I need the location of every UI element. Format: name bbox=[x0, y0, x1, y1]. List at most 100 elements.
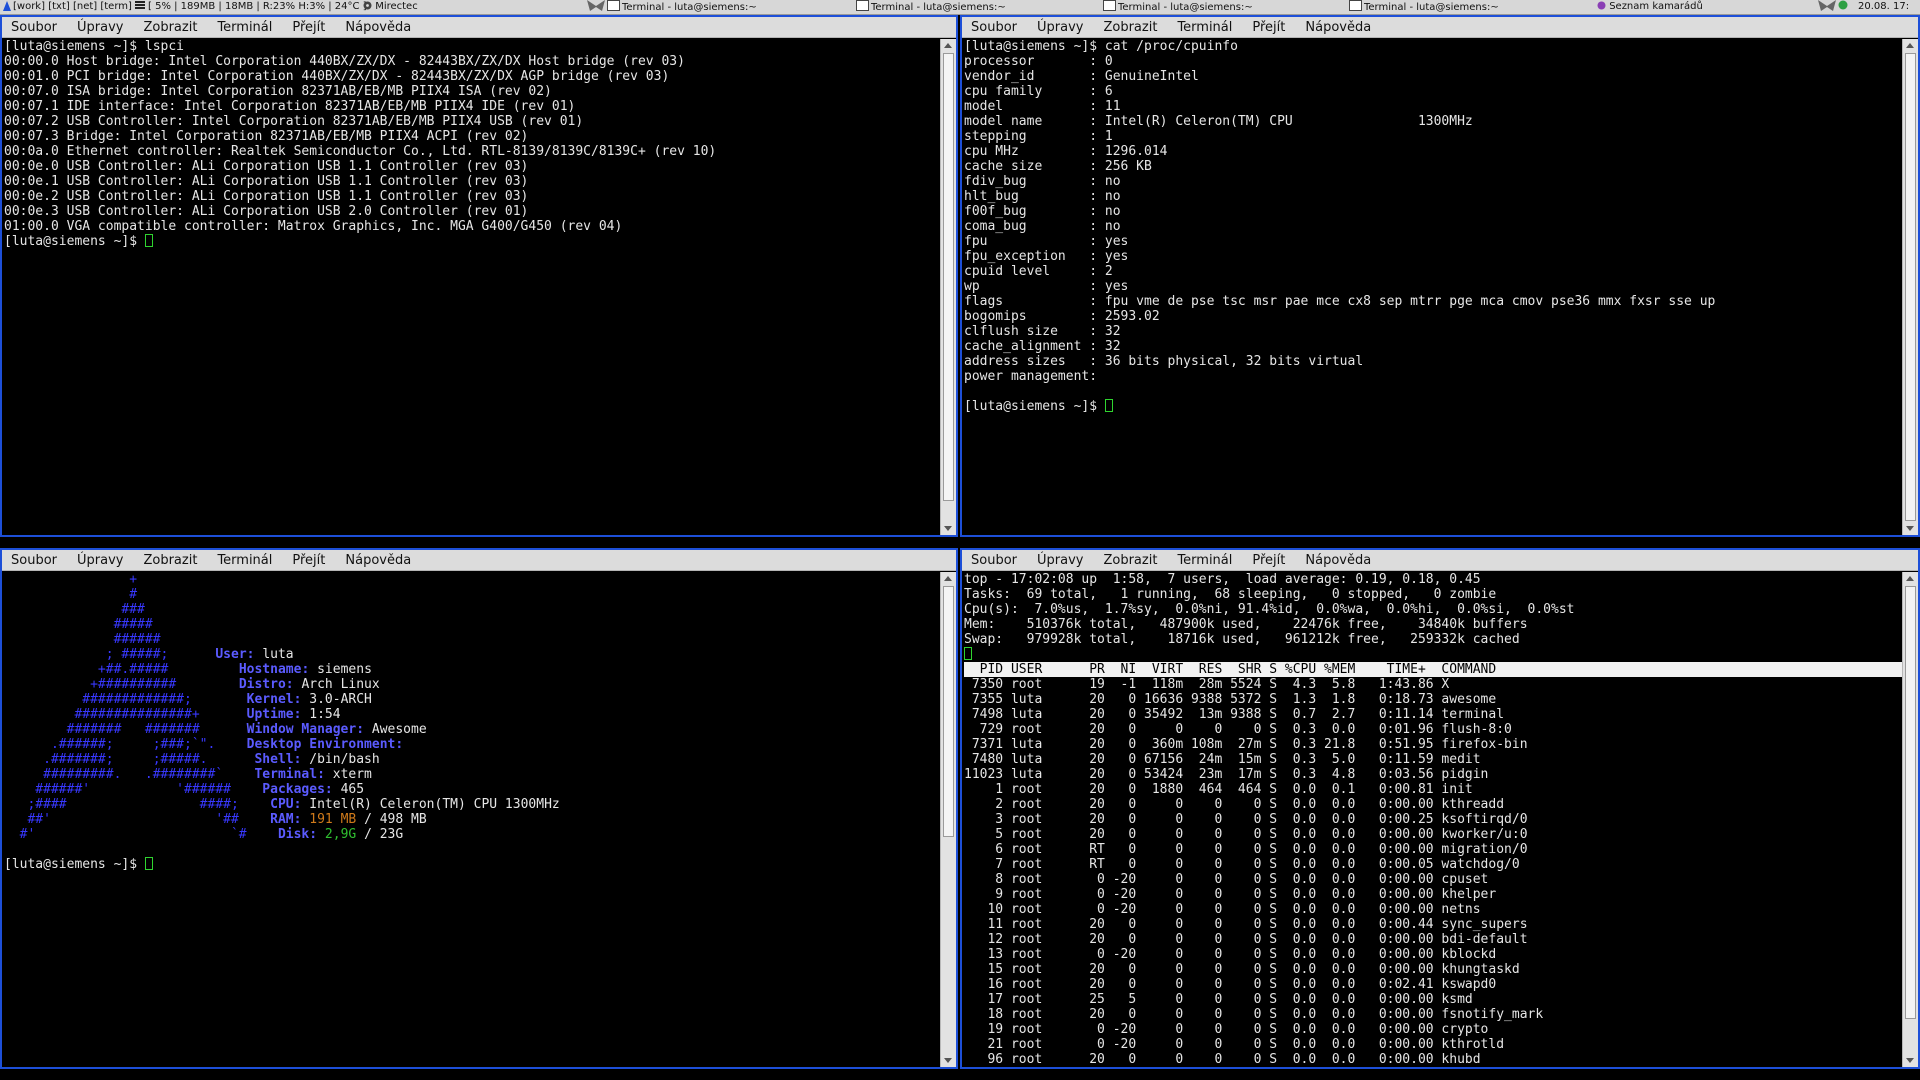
info-value: 465 bbox=[340, 782, 365, 797]
disk-total: / 23G bbox=[364, 827, 404, 842]
menu-upravy[interactable]: Úpravy bbox=[1037, 553, 1083, 568]
menu-terminal[interactable]: Terminál bbox=[217, 553, 272, 568]
process-row: 19 root 0 -20 0 0 0 S 0.0 0.0 0:00.00 cr… bbox=[964, 1022, 1489, 1037]
scroll-up-arrow-icon[interactable] bbox=[944, 43, 952, 48]
info-label: Uptime: bbox=[246, 707, 302, 722]
tray-app-icon[interactable] bbox=[1818, 0, 1836, 14]
menu-napoveda[interactable]: Nápověda bbox=[1305, 20, 1371, 35]
menu-bar: Soubor Úpravy Zobrazit Terminál Přejít N… bbox=[2, 550, 956, 571]
menu-zobrazit[interactable]: Zobrazit bbox=[1103, 553, 1157, 568]
menu-napoveda[interactable]: Nápověda bbox=[345, 20, 411, 35]
process-row: 10 root 0 -20 0 0 0 S 0.0 0.0 0:00.00 ne… bbox=[964, 902, 1481, 917]
terminal-icon bbox=[1349, 0, 1362, 11]
terminal-window-top[interactable]: Soubor Úpravy Zobrazit Terminál Přejít N… bbox=[960, 548, 1920, 1069]
scroll-down-arrow-icon[interactable] bbox=[944, 526, 952, 531]
top-summary-line: Cpu(s): 7.0%us, 1.7%sy, 0.0%ni, 91.4%id,… bbox=[964, 602, 1575, 617]
menu-bar: Soubor Úpravy Zobrazit Terminál Přejít N… bbox=[962, 17, 1918, 38]
output-line: model name : Intel(R) Celeron(TM) CPU 13… bbox=[964, 114, 1473, 129]
ram-total: / 498 MB bbox=[364, 812, 427, 827]
tag-work[interactable]: [work] bbox=[13, 1, 45, 12]
menu-prejit[interactable]: Přejít bbox=[1252, 20, 1285, 35]
shell-prompt: [luta@siemens ~]$ bbox=[4, 857, 145, 872]
scroll-up-arrow-icon[interactable] bbox=[1906, 43, 1914, 48]
scrollbar-thumb[interactable] bbox=[1905, 53, 1916, 521]
process-row: 7371 luta 20 0 360m 108m 27m S 0.3 21.8 … bbox=[964, 737, 1528, 752]
layout-icon[interactable] bbox=[135, 0, 145, 14]
scrollbar-thumb[interactable] bbox=[943, 586, 954, 837]
scroll-down-arrow-icon[interactable] bbox=[1906, 526, 1914, 531]
output-line: 00:0a.0 Ethernet controller: Realtek Sem… bbox=[4, 144, 717, 159]
menu-terminal[interactable]: Terminál bbox=[1177, 553, 1232, 568]
scrollbar-thumb[interactable] bbox=[943, 53, 954, 501]
menu-zobrazit[interactable]: Zobrazit bbox=[143, 20, 197, 35]
tag-net[interactable]: [net] bbox=[73, 1, 97, 12]
awesome-logo-icon[interactable] bbox=[2, 0, 12, 14]
info-value: luta bbox=[262, 647, 294, 662]
top-summary-line: Tasks: 69 total, 1 running, 68 sleeping,… bbox=[964, 587, 1497, 602]
process-row: 9 root 0 -20 0 0 0 S 0.0 0.0 0:00.00 khe… bbox=[964, 887, 1497, 902]
terminal-window-cpuinfo[interactable]: Soubor Úpravy Zobrazit Terminál Přejít N… bbox=[960, 15, 1920, 537]
menu-terminal[interactable]: Terminál bbox=[1177, 20, 1232, 35]
process-row: 11 root 20 0 0 0 0 S 0.0 0.0 0:00.44 syn… bbox=[964, 917, 1528, 932]
task-terminal-1[interactable]: Terminal - luta@siemens:~ bbox=[607, 0, 757, 14]
menu-zobrazit[interactable]: Zobrazit bbox=[143, 553, 197, 568]
task-terminal-2[interactable]: Terminal - luta@siemens:~ bbox=[856, 0, 1006, 14]
process-table-header: PID USER PR NI VIRT RES SHR S %CPU %MEM … bbox=[964, 662, 1902, 677]
task-terminal-4[interactable]: Terminal - luta@siemens:~ bbox=[1349, 0, 1499, 14]
terminal-output[interactable]: [luta@siemens ~]$ lspci 00:00.0 Host bri… bbox=[4, 39, 940, 533]
output-line: fdiv_bug : no bbox=[964, 174, 1121, 189]
terminal-output[interactable]: + # ### ##### ###### ; #####; User: luta… bbox=[4, 572, 940, 1065]
scrollbar-thumb[interactable] bbox=[1905, 586, 1916, 1019]
menu-prejit[interactable]: Přejít bbox=[292, 20, 325, 35]
output-line: 01:00.0 VGA compatible controller: Matro… bbox=[4, 219, 623, 234]
output-line: hlt_bug : no bbox=[964, 189, 1121, 204]
tray-pidgin-icon[interactable] bbox=[1838, 0, 1848, 14]
terminal-window-lspci[interactable]: Soubor Úpravy Zobrazit Terminál Přejít N… bbox=[0, 15, 958, 537]
terminal-window-archey[interactable]: Soubor Úpravy Zobrazit Terminál Přejít N… bbox=[0, 548, 958, 1069]
info-label: Shell: bbox=[254, 752, 302, 767]
output-line: stepping : 1 bbox=[964, 129, 1113, 144]
menu-prejit[interactable]: Přejít bbox=[1252, 553, 1285, 568]
scroll-up-arrow-icon[interactable] bbox=[944, 576, 952, 581]
scroll-up-arrow-icon[interactable] bbox=[1906, 576, 1914, 581]
info-label: Desktop Environment: bbox=[246, 737, 404, 752]
scrollbar[interactable] bbox=[1902, 572, 1918, 1067]
scrollbar[interactable] bbox=[1902, 39, 1918, 535]
output-line: vendor_id : GenuineIntel bbox=[964, 69, 1199, 84]
menu-zobrazit[interactable]: Zobrazit bbox=[1103, 20, 1157, 35]
buddy-list-label: Seznam kamarádů bbox=[1609, 1, 1703, 12]
process-row: 13 root 0 -20 0 0 0 S 0.0 0.0 0:00.00 kb… bbox=[964, 947, 1497, 962]
menu-napoveda[interactable]: Nápověda bbox=[345, 553, 411, 568]
menu-terminal[interactable]: Terminál bbox=[217, 20, 272, 35]
taskbar-app-icon bbox=[587, 0, 605, 14]
tag-txt[interactable]: [txt] bbox=[48, 1, 70, 12]
menu-napoveda[interactable]: Nápověda bbox=[1305, 553, 1371, 568]
scrollbar[interactable] bbox=[940, 572, 956, 1067]
menu-upravy[interactable]: Úpravy bbox=[1037, 20, 1083, 35]
menu-soubor[interactable]: Soubor bbox=[11, 553, 57, 568]
clock: 20.08. 17: bbox=[1858, 1, 1910, 12]
menu-soubor[interactable]: Soubor bbox=[971, 553, 1017, 568]
output-line: f00f_bug : no bbox=[964, 204, 1121, 219]
scroll-down-arrow-icon[interactable] bbox=[1906, 1058, 1914, 1063]
info-label: Packages: bbox=[262, 782, 333, 797]
output-line: [luta@siemens ~]$ lspci bbox=[4, 39, 185, 54]
task-terminal-3[interactable]: Terminal - luta@siemens:~ bbox=[1103, 0, 1253, 14]
tag-term[interactable]: [term] bbox=[100, 1, 132, 12]
scrollbar[interactable] bbox=[940, 39, 956, 535]
menu-prejit[interactable]: Přejít bbox=[292, 553, 325, 568]
menu-soubor[interactable]: Soubor bbox=[971, 20, 1017, 35]
output-line: cache_alignment : 32 bbox=[964, 339, 1121, 354]
menu-upravy[interactable]: Úpravy bbox=[77, 553, 123, 568]
terminal-output[interactable]: top - 17:02:08 up 1:58, 7 users, load av… bbox=[964, 572, 1902, 1065]
task-buddy-list[interactable]: Seznam kamarádů bbox=[1597, 0, 1703, 14]
top-summary-line: Mem: 510376k total, 487900k used, 22476k… bbox=[964, 617, 1528, 632]
info-value: siemens bbox=[317, 662, 372, 677]
menu-upravy[interactable]: Úpravy bbox=[77, 20, 123, 35]
info-value: xterm bbox=[332, 767, 372, 782]
menu-soubor[interactable]: Soubor bbox=[11, 20, 57, 35]
terminal-output[interactable]: [luta@siemens ~]$ cat /proc/cpuinfo proc… bbox=[964, 39, 1902, 533]
scroll-down-arrow-icon[interactable] bbox=[944, 1058, 952, 1063]
output-line: cache size : 256 KB bbox=[964, 159, 1152, 174]
player-widget[interactable]: Mirectec bbox=[363, 0, 418, 14]
